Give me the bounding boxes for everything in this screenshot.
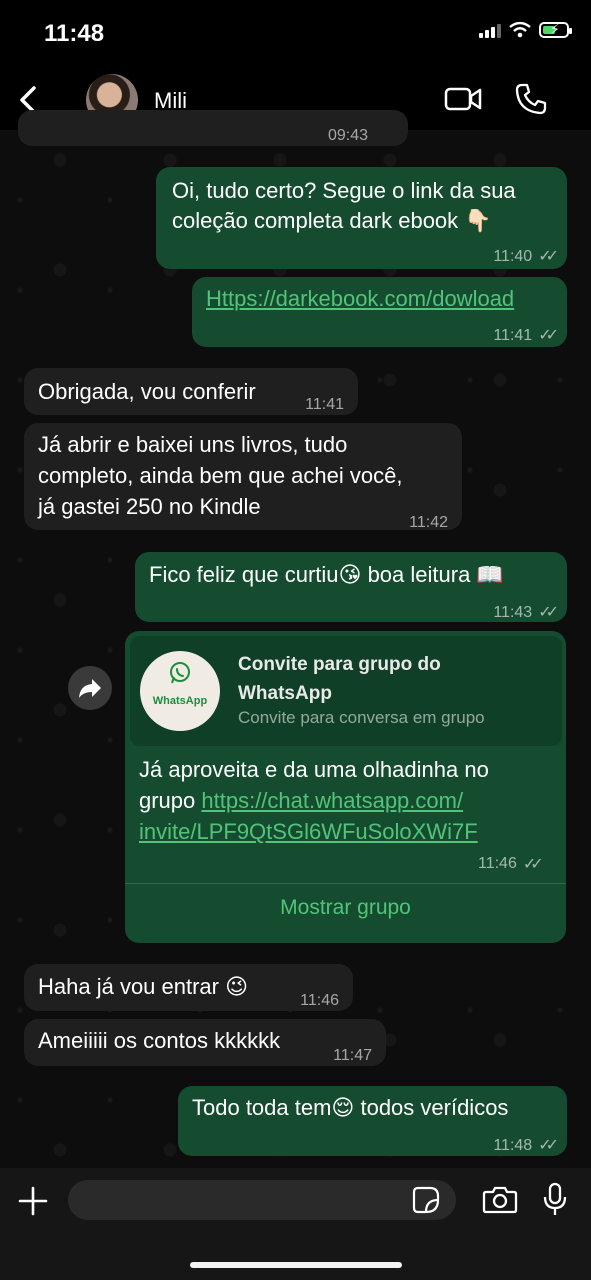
message-text: Haha já vou entrar 😉 [38, 974, 249, 999]
message-meta: 11:48 ✓✓ [493, 1130, 559, 1161]
status-icons: ⚡ [479, 21, 572, 38]
message-input[interactable] [68, 1180, 456, 1220]
microphone-icon[interactable] [540, 1182, 570, 1218]
message-text-line: completo, ainda bem que achei você, [38, 463, 403, 488]
message-time: 11:48 [493, 1137, 533, 1154]
whatsapp-icon [170, 662, 190, 684]
group-invite-card[interactable]: WhatsApp Convite para grupo do WhatsApp … [130, 636, 562, 746]
invite-link[interactable]: invite/LPF9QtSGl6WFuSoloXWi7F [139, 816, 478, 847]
message-link[interactable]: Https://darkebook.com/dowload [206, 283, 514, 314]
whatsapp-logo: WhatsApp [140, 651, 220, 731]
message-bubble-outgoing[interactable]: Oi, tudo certo? Segue o link da sua cole… [156, 167, 567, 269]
plus-icon[interactable] [16, 1184, 50, 1218]
status-bar: 11:48 ⚡ [0, 0, 591, 70]
message-bubble-incoming[interactable]: Ameiiiii os contos kkkkkk 11:47 [24, 1019, 386, 1066]
message-time: 11:46 [478, 855, 517, 872]
double-check-icon: ✓✓ [538, 1137, 559, 1154]
signal-icon [479, 22, 501, 38]
message-text-line: já gastei 250 no Kindle [38, 494, 261, 519]
message-bubble-outgoing[interactable]: Todo toda tem😌 todos verídicos 11:48 ✓✓ [178, 1086, 567, 1156]
double-check-icon: ✓✓ [538, 604, 559, 621]
double-check-icon: ✓✓ [522, 856, 544, 873]
message-text-line: Já aproveita e da uma olhadinha no [139, 757, 489, 782]
message-meta: 11:40 ✓✓ [493, 241, 559, 272]
message-bubble-outgoing[interactable]: Fico feliz que curtiu😘 boa leitura 📖 11:… [135, 552, 567, 622]
message-text-line: Oi, tudo certo? Segue o link da sua [172, 178, 516, 203]
message-bubble-incoming[interactable]: Já abrir e baixei uns livros, tudo compl… [24, 423, 462, 531]
message-time: 11:46 [300, 992, 339, 1009]
message-time: 11:47 [333, 1047, 372, 1064]
message-text: Ameiiiii os contos kkkkkk [38, 1028, 281, 1053]
forward-arrow-icon [79, 679, 101, 698]
message-text: Obrigada, vou conferir [38, 379, 256, 404]
message-time: 11:42 [409, 514, 448, 531]
status-time: 11:48 [44, 20, 105, 47]
message-text: grupo [139, 788, 202, 813]
message-bubble-incoming[interactable]: Haha já vou entrar 😉 11:46 [24, 964, 353, 1011]
message-time: 11:43 [493, 604, 533, 621]
forward-button[interactable] [68, 666, 112, 710]
message-bubble-incoming[interactable]: 09:43 [18, 110, 408, 146]
battery-icon: ⚡ [539, 21, 572, 38]
message-bubble-incoming[interactable]: Obrigada, vou conferir 11:41 [24, 368, 358, 415]
message-text-line: Já abrir e baixei uns livros, tudo [38, 432, 348, 457]
message-time: 11:41 [305, 396, 344, 413]
double-check-icon: ✓✓ [538, 327, 559, 344]
group-invite-title: Convite para grupo do WhatsApp [238, 654, 441, 704]
message-bubble-outgoing[interactable]: Https://darkebook.com/dowload 11:41 ✓✓ [192, 277, 567, 347]
message-text-line: coleção completa dark ebook 👇🏻 [172, 208, 492, 233]
group-invite-subtitle: Convite para conversa em grupo [238, 708, 485, 727]
message-meta: 11:41 ✓✓ [493, 320, 559, 351]
composer-bar [0, 1168, 591, 1280]
message-text: Fico feliz que curtiu😘 boa leitura 📖 [149, 562, 504, 587]
sticker-icon[interactable] [412, 1186, 440, 1214]
message-text: Todo toda tem😌 todos verídicos [192, 1095, 509, 1120]
message-time: 09:43 [327, 127, 368, 144]
home-indicator [190, 1262, 402, 1268]
phone-call-icon[interactable] [514, 82, 548, 116]
video-call-icon[interactable] [444, 84, 482, 114]
double-check-icon: ✓✓ [538, 248, 559, 265]
message-text-line: grupo https://chat.whatsapp.com/ [139, 785, 463, 816]
message-time: 11:40 [493, 248, 533, 265]
invite-link[interactable]: https://chat.whatsapp.com/ [201, 788, 463, 813]
wifi-icon [509, 22, 531, 38]
whatsapp-logo-label: WhatsApp [152, 695, 208, 707]
message-meta: 11:43 ✓✓ [493, 597, 559, 628]
show-group-button[interactable]: Mostrar grupo [125, 896, 566, 920]
message-meta: 11:46 ✓✓ [478, 854, 544, 874]
divider [125, 883, 566, 884]
camera-icon[interactable] [482, 1184, 518, 1216]
message-time: 11:41 [493, 327, 533, 344]
